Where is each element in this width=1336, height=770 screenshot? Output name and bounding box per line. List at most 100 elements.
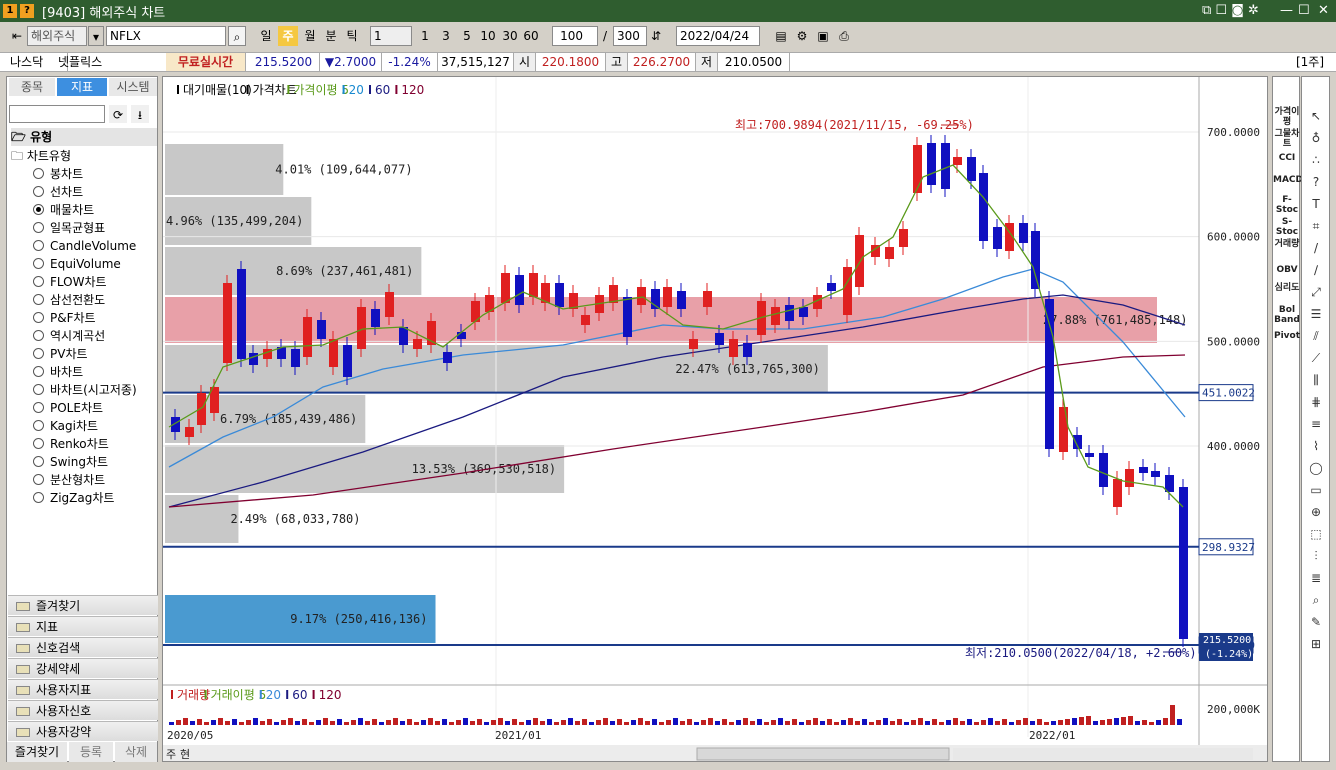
- chart-type-item[interactable]: ZigZag차트: [33, 489, 114, 507]
- gear-icon[interactable]: ⚙: [793, 26, 811, 46]
- drawing-tool-icon[interactable]: ⫼: [1308, 373, 1324, 387]
- volume-legend-item[interactable]: 거래이평 5: [211, 688, 267, 702]
- chart-type-item[interactable]: 일목균형표: [33, 219, 105, 237]
- drawing-tool-icon[interactable]: ⟋: [1308, 351, 1324, 365]
- folder-item[interactable]: 신호검색: [8, 637, 158, 657]
- folder-item[interactable]: 사용자강약: [8, 721, 158, 741]
- legend-item[interactable]: 20: [349, 83, 364, 97]
- download-icon[interactable]: ⭳: [131, 105, 149, 123]
- scrollbar[interactable]: [696, 747, 950, 761]
- indicator-shortcut[interactable]: 거래량: [1273, 239, 1301, 249]
- candle-body[interactable]: [967, 157, 976, 181]
- legend-item[interactable]: 60: [375, 83, 390, 97]
- candle-body[interactable]: [1059, 407, 1068, 452]
- bottom-mode-button[interactable]: 현: [180, 748, 190, 761]
- radio-button[interactable]: [33, 330, 44, 341]
- delete-button[interactable]: 삭제: [115, 742, 157, 762]
- candle-body[interactable]: [1031, 231, 1040, 289]
- interval-60[interactable]: 60: [521, 26, 541, 46]
- chart-type-item[interactable]: 바차트(시고저종): [33, 381, 137, 399]
- save-icon[interactable]: ▣: [814, 26, 832, 46]
- radio-button[interactable]: [33, 240, 44, 251]
- drawing-tool-icon[interactable]: ⫶: [1308, 549, 1324, 563]
- candle-body[interactable]: [399, 327, 408, 345]
- candle-body[interactable]: [1019, 223, 1028, 243]
- candle-body[interactable]: [501, 273, 510, 303]
- indicator-shortcut[interactable]: CCI: [1273, 153, 1301, 163]
- indicator-shortcut[interactable]: Bol Band: [1273, 305, 1301, 325]
- radio-button[interactable]: [33, 294, 44, 305]
- drawing-tool-icon[interactable]: ♁: [1308, 131, 1324, 145]
- candle-body[interactable]: [1113, 479, 1122, 507]
- candle-body[interactable]: [1179, 487, 1188, 639]
- indicator-shortcut[interactable]: 가격이평: [1273, 107, 1301, 127]
- candle-body[interactable]: [291, 349, 300, 367]
- candle-body[interactable]: [443, 352, 452, 363]
- period-week[interactable]: 주: [278, 26, 298, 46]
- chart-type-item[interactable]: 삼선전환도: [33, 291, 105, 309]
- chart-type-item[interactable]: PV차트: [33, 345, 88, 363]
- drawing-tool-icon[interactable]: ◯: [1308, 461, 1324, 475]
- folder-item[interactable]: 즐겨찾기: [8, 595, 158, 615]
- symbol-input[interactable]: NFLX: [106, 26, 226, 46]
- tab-stocks[interactable]: 종목: [9, 78, 55, 96]
- candle-body[interactable]: [623, 297, 632, 337]
- candle-body[interactable]: [899, 229, 908, 247]
- group-chart-type[interactable]: 🗀 차트유형: [11, 147, 71, 165]
- help-icon[interactable]: ?: [20, 4, 34, 18]
- chart-type-item[interactable]: 선차트: [33, 183, 83, 201]
- candle-body[interactable]: [249, 353, 258, 365]
- chart-type-item[interactable]: EquiVolume: [33, 255, 121, 273]
- tab-indicators[interactable]: 지표: [57, 78, 107, 96]
- folder-item[interactable]: 사용자지표: [8, 679, 158, 699]
- market-select[interactable]: 해외주식: [27, 26, 87, 46]
- candle-body[interactable]: [357, 307, 366, 349]
- drawing-tool-icon[interactable]: ↖: [1308, 109, 1324, 123]
- favorites-button[interactable]: 즐겨찾기: [7, 742, 67, 762]
- candle-body[interactable]: [913, 145, 922, 193]
- max-count-input[interactable]: 300: [613, 26, 647, 46]
- candle-body[interactable]: [715, 333, 724, 345]
- indicator-shortcut[interactable]: OBV: [1273, 265, 1301, 275]
- candle-body[interactable]: [827, 283, 836, 291]
- legend-item[interactable]: 대기매물(10): [183, 83, 252, 97]
- chart-type-item[interactable]: Swing차트: [33, 453, 108, 471]
- indicator-shortcut[interactable]: Pivot: [1273, 331, 1301, 341]
- drawing-tool-icon[interactable]: ?: [1308, 175, 1324, 189]
- close-button[interactable]: ✕: [1318, 3, 1329, 18]
- chart-type-item[interactable]: FLOW차트: [33, 273, 107, 291]
- register-button[interactable]: 등록: [69, 742, 113, 762]
- indicator-shortcut[interactable]: S-Stoc: [1273, 217, 1301, 237]
- drawing-tool-icon[interactable]: ⊕: [1308, 505, 1324, 519]
- drawing-tool-icon[interactable]: ⋕: [1308, 395, 1324, 409]
- folder-item[interactable]: 지표: [8, 616, 158, 636]
- radio-button[interactable]: [33, 348, 44, 359]
- chart-type-item[interactable]: Renko차트: [33, 435, 109, 453]
- unit-select[interactable]: 1: [370, 26, 412, 46]
- drawing-tool-icon[interactable]: ⌕: [1308, 593, 1324, 607]
- candle-body[interactable]: [1139, 467, 1148, 473]
- candle-body[interactable]: [771, 307, 780, 325]
- count-adjust-icon[interactable]: ⇵: [648, 26, 664, 46]
- chart-type-item[interactable]: CandleVolume: [33, 237, 136, 255]
- radio-button[interactable]: [33, 186, 44, 197]
- candle-body[interactable]: [927, 143, 936, 185]
- candle-body[interactable]: [799, 307, 808, 317]
- candle-body[interactable]: [689, 339, 698, 349]
- drawing-tool-icon[interactable]: ⌇: [1308, 439, 1324, 453]
- chart-type-item[interactable]: 역시계곡선: [33, 327, 105, 345]
- candle-body[interactable]: [185, 427, 194, 437]
- minimize-button[interactable]: —: [1280, 3, 1293, 18]
- period-month[interactable]: 월: [300, 26, 320, 46]
- chart-type-item[interactable]: 매물차트: [33, 201, 94, 219]
- radio-button[interactable]: [33, 438, 44, 449]
- candle-body[interactable]: [1045, 299, 1054, 449]
- tab-system[interactable]: 시스템: [109, 78, 157, 96]
- candle-body[interactable]: [855, 235, 864, 287]
- period-day[interactable]: 일: [256, 26, 276, 46]
- candle-body[interactable]: [343, 345, 352, 377]
- folder-item[interactable]: 강세약세: [8, 658, 158, 678]
- candle-body[interactable]: [843, 267, 852, 315]
- chart-type-item[interactable]: Kagi차트: [33, 417, 98, 435]
- drawing-tool-icon[interactable]: ⊞: [1308, 637, 1324, 651]
